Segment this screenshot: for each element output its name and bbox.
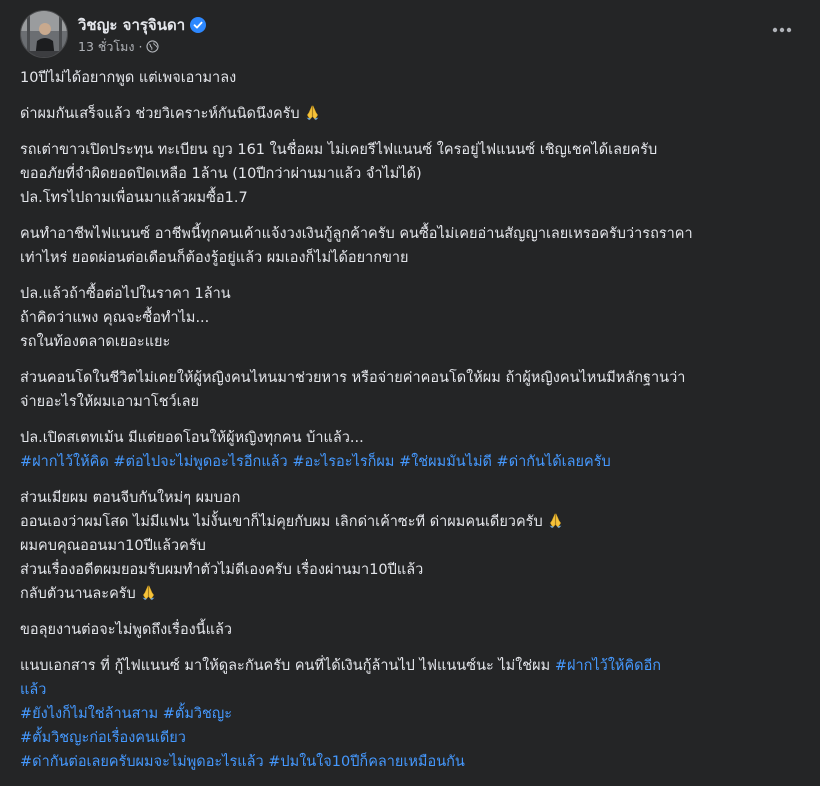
post-paragraph: ปล.แล้วถ้าซื้อต่อไปในราคา 1ล้านถ้าคิดว่า…	[20, 282, 800, 354]
post-text-line: ปล.โทรไปถามเพื่อนมาแล้วผมซื้อ1.7	[20, 186, 800, 210]
post-text-line: ขอลุยงานต่อจะไม่พูดถึงเรื่องนี้แล้ว	[20, 618, 800, 642]
post-text: กลับตัวนานละครับ	[20, 586, 136, 602]
post-text-line: 10ปีไม่ได้อยากพูด แต่เพจเอามาลง	[20, 66, 800, 90]
more-options-icon[interactable]	[764, 16, 800, 44]
hashtag-link[interactable]: #ฝากไว้ให้คิด	[20, 454, 109, 470]
post-text: ปล.แล้วถ้าซื้อต่อไปในราคา 1ล้าน	[20, 286, 231, 302]
post-text-line: รถในท้องตลาดเยอะแยะ	[20, 330, 800, 354]
post-text: ส่วนคอนโดในชีวิตไม่เคยให้ผู้หญิงคนไหนมาช…	[20, 370, 686, 386]
post-text-line: #ด่ากันต่อเลยครับผมจะไม่พูดอะไรแล้ว #ปมใ…	[20, 750, 800, 774]
post-text-line: ด่าผมกันเสร็จแล้ว ช่วยวิเคราะห์กันนิดนึง…	[20, 102, 800, 126]
folded-hands-emoji-icon	[304, 104, 321, 121]
post-text-line: ผมคบคุณออนมา10ปีแล้วครับ	[20, 534, 800, 558]
post-text: รถในท้องตลาดเยอะแยะ	[20, 334, 171, 350]
post-text-line: ถ้าคิดว่าแพง คุณจะซื้อทำไม...	[20, 306, 800, 330]
avatar-photo	[21, 11, 67, 57]
hashtag-link[interactable]: #ปมในใจ10ปีก็คลายเหมือนกัน	[268, 754, 465, 770]
public-globe-icon[interactable]	[146, 40, 160, 53]
post-text-line: จ่ายอะไรให้ผมเอามาโชว์เลย	[20, 390, 800, 414]
post-text: เท่าไหร่ ยอดผ่อนต่อเดือนก็ต้องรู้อยู่แล้…	[20, 250, 409, 266]
post-timestamp[interactable]: 13 ชั่วโมง	[78, 39, 134, 54]
hashtag-link[interactable]: #ตั้มวิชญะ	[163, 706, 232, 722]
post-meta: 13 ชั่วโมง ·	[78, 37, 160, 57]
post-paragraph: ส่วนเมียผม ตอนจีบกันใหม่ๆ ผมบอกออนเองว่า…	[20, 486, 800, 606]
post-paragraph: รถเต่าขาวเปิดประทุน ทะเบียน ญว 161 ในชื่…	[20, 138, 800, 210]
post-paragraph: ด่าผมกันเสร็จแล้ว ช่วยวิเคราะห์กันนิดนึง…	[20, 102, 800, 126]
post-text: คนทำอาชีพไฟแนนซ์ อาชีพนี้ทุกคนเค้าแจ้งวง…	[20, 226, 693, 242]
post-text-line: ออนเองว่าผมโสด ไม่มีแฟน ไม่งั้นเขาก็ไม่ค…	[20, 510, 800, 534]
post-text-line: รถเต่าขาวเปิดประทุน ทะเบียน ญว 161 ในชื่…	[20, 138, 800, 162]
post-paragraph: แนบเอกสาร ที่ กู้ไฟแนนซ์ มาให้ดูละกันครั…	[20, 654, 800, 774]
post-text: ขออภัยที่จำผิดยอดปิดเหลือ 1ล้าน (10ปีกว่…	[20, 166, 422, 182]
post-text-line: แนบเอกสาร ที่ กู้ไฟแนนซ์ มาให้ดูละกันครั…	[20, 654, 800, 678]
hashtag-link[interactable]: #ด่ากันต่อเลยครับผมจะไม่พูดอะไรแล้ว	[20, 754, 264, 770]
post-text-line: แล้ว	[20, 678, 800, 702]
folded-hands-emoji-icon	[140, 584, 157, 601]
post-text-line: #ฝากไว้ให้คิด #ต่อไปจะไม่พูดอะไรอีกแล้ว …	[20, 450, 800, 474]
post-text-line: เท่าไหร่ ยอดผ่อนต่อเดือนก็ต้องรู้อยู่แล้…	[20, 246, 800, 270]
folded-hands-emoji-icon	[547, 512, 564, 529]
hashtag-link[interactable]: แล้ว	[20, 682, 46, 698]
post-paragraph: คนทำอาชีพไฟแนนซ์ อาชีพนี้ทุกคนเค้าแจ้งวง…	[20, 222, 800, 270]
post-text: ออนเองว่าผมโสด ไม่มีแฟน ไม่งั้นเขาก็ไม่ค…	[20, 514, 543, 530]
post-text-line: กลับตัวนานละครับ	[20, 582, 800, 606]
post-paragraph: ส่วนคอนโดในชีวิตไม่เคยให้ผู้หญิงคนไหนมาช…	[20, 366, 800, 414]
author-name[interactable]: วิชญะ จารุจินดา	[78, 13, 207, 37]
post-header: วิชญะ จารุจินดา 13 ชั่วโมง ·	[20, 10, 800, 58]
hashtag-link[interactable]: #ตั้มวิชญะก่อเรื่องคนเดียว	[20, 730, 186, 746]
post-text-line: #ยังไงก็ไม่ใช่ล้านสาม #ตั้มวิชญะ	[20, 702, 800, 726]
hashtag-link[interactable]: #อะไรอะไรก็ผม	[292, 454, 394, 470]
post-paragraph: ปล.เปิดสเตทเม้น มีแต่ยอดโอนให้ผู้หญิงทุก…	[20, 426, 800, 474]
author-name-text[interactable]: วิชญะ จารุจินดา	[78, 16, 185, 34]
post-text: ขอลุยงานต่อจะไม่พูดถึงเรื่องนี้แล้ว	[20, 622, 233, 638]
post-text-line: ส่วนคอนโดในชีวิตไม่เคยให้ผู้หญิงคนไหนมาช…	[20, 366, 800, 390]
post-body: 10ปีไม่ได้อยากพูด แต่เพจเอามาลงด่าผมกันเ…	[20, 66, 800, 786]
post-text: 10ปีไม่ได้อยากพูด แต่เพจเอามาลง	[20, 70, 237, 86]
post-text: แนบเอกสาร ที่ กู้ไฟแนนซ์ มาให้ดูละกันครั…	[20, 658, 555, 674]
hashtag-link[interactable]: #ใช่ผมมันไม่ดี	[399, 454, 492, 470]
hashtag-link[interactable]: #ต่อไปจะไม่พูดอะไรอีกแล้ว	[113, 454, 287, 470]
post-text: ถ้าคิดว่าแพง คุณจะซื้อทำไม...	[20, 310, 210, 326]
post-text: ปล.เปิดสเตทเม้น มีแต่ยอดโอนให้ผู้หญิงทุก…	[20, 430, 364, 446]
post-text-line: ส่วนเรื่องอดีตผมยอมรับผมทำตัวไม่ดีเองครั…	[20, 558, 800, 582]
post-text: ส่วนเรื่องอดีตผมยอมรับผมทำตัวไม่ดีเองครั…	[20, 562, 424, 578]
post-text: ส่วนเมียผม ตอนจีบกันใหม่ๆ ผมบอก	[20, 490, 241, 506]
facebook-post: วิชญะ จารุจินดา 13 ชั่วโมง · 10ปีไม่ได้อย…	[0, 0, 820, 770]
meta-separator: ·	[138, 39, 143, 54]
post-text-line: ส่วนเมียผม ตอนจีบกันใหม่ๆ ผมบอก	[20, 486, 800, 510]
post-paragraph: 10ปีไม่ได้อยากพูด แต่เพจเอามาลง	[20, 66, 800, 90]
post-text: รถเต่าขาวเปิดประทุน ทะเบียน ญว 161 ในชื่…	[20, 142, 658, 158]
post-text-line: ปล.แล้วถ้าซื้อต่อไปในราคา 1ล้าน	[20, 282, 800, 306]
post-text-line: ขออภัยที่จำผิดยอดปิดเหลือ 1ล้าน (10ปีกว่…	[20, 162, 800, 186]
hashtag-link[interactable]: #ฝากไว้ให้คิดอีก	[555, 658, 661, 674]
post-text: ปล.โทรไปถามเพื่อนมาแล้วผมซื้อ1.7	[20, 190, 248, 206]
verified-badge-icon	[190, 17, 207, 33]
avatar[interactable]	[20, 10, 68, 58]
post-text-line: คนทำอาชีพไฟแนนซ์ อาชีพนี้ทุกคนเค้าแจ้งวง…	[20, 222, 800, 246]
post-text: ผมคบคุณออนมา10ปีแล้วครับ	[20, 538, 206, 554]
post-text-line: ปล.เปิดสเตทเม้น มีแต่ยอดโอนให้ผู้หญิงทุก…	[20, 426, 800, 450]
post-text-line: #ตั้มวิชญะก่อเรื่องคนเดียว	[20, 726, 800, 750]
post-text: จ่ายอะไรให้ผมเอามาโชว์เลย	[20, 394, 200, 410]
post-text: ด่าผมกันเสร็จแล้ว ช่วยวิเคราะห์กันนิดนึง…	[20, 106, 300, 122]
post-paragraph: ขอลุยงานต่อจะไม่พูดถึงเรื่องนี้แล้ว	[20, 618, 800, 642]
hashtag-link[interactable]: #ยังไงก็ไม่ใช่ล้านสาม	[20, 706, 158, 722]
hashtag-link[interactable]: #ด่ากันได้เลยครับ	[497, 454, 611, 470]
